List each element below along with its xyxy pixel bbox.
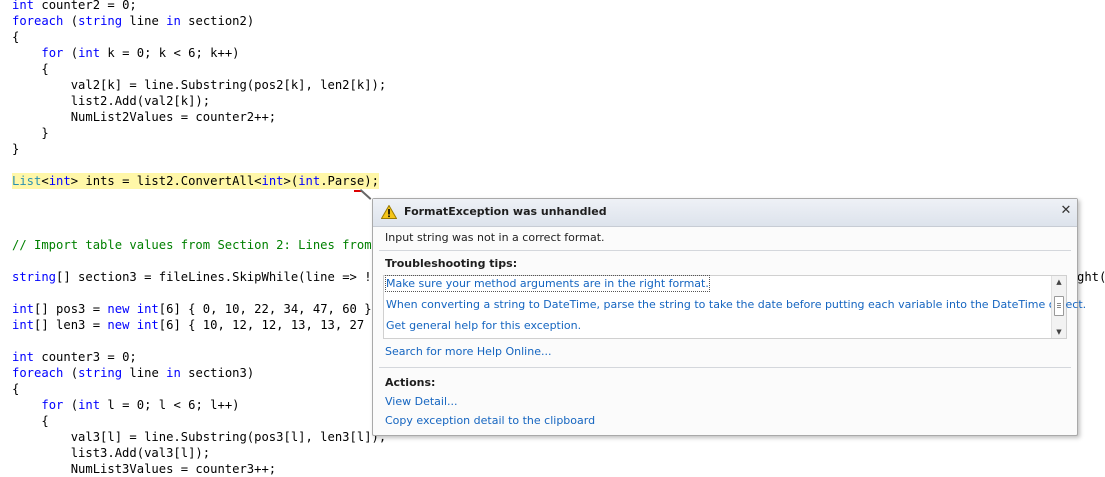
exception-pointer-line [359, 189, 372, 200]
close-icon[interactable]: ✕ [1059, 204, 1073, 218]
view-detail-link[interactable]: View Detail... [385, 395, 458, 408]
code-line: for (int l = 0; l < 6; l++) [41, 398, 240, 412]
code-line: foreach (string line in section3) [12, 366, 255, 380]
scroll-down-icon[interactable]: ▼ [1052, 326, 1066, 338]
exception-header: FormatException was unhandled ✕ [373, 199, 1077, 227]
exception-title: FormatException was unhandled [404, 205, 607, 218]
divider [379, 367, 1071, 368]
code-line: list3.Add(val3[l]); [12, 446, 211, 460]
copy-exception-detail-link[interactable]: Copy exception detail to the clipboard [385, 414, 595, 427]
code-comment-line: // Import table values from Section 2: L… [12, 238, 394, 252]
tip-link-general-help[interactable]: Get general help for this exception. [386, 318, 581, 333]
tips-scrollbar[interactable]: ▲ ▼ [1051, 276, 1066, 338]
code-line: int counter2 = 0; [12, 0, 137, 12]
warning-icon [381, 205, 397, 219]
exception-message: Input string was not in a correct format… [385, 231, 605, 244]
troubleshooting-tips-list[interactable]: Make sure your method arguments are in t… [383, 275, 1086, 339]
divider [379, 250, 1071, 251]
tip-link-method-arguments[interactable]: Make sure your method arguments are in t… [385, 275, 710, 292]
code-line: list2.Add(val2[k]); [12, 94, 211, 108]
code-line: NumList3Values = counter3++; [12, 462, 277, 476]
code-line: for (int k = 0; k < 6; k++) [41, 46, 240, 60]
scroll-up-icon[interactable]: ▲ [1052, 276, 1066, 288]
code-line: val2[k] = line.Substring(pos2[k], len2[k… [12, 78, 387, 92]
code-line: int[] pos3 = new int[6] { 0, 10, 22, 34,… [12, 302, 379, 316]
exception-assistant-popup: FormatException was unhandled ✕ Input st… [372, 198, 1086, 436]
code-line: val3[l] = line.Substring(pos3[l], len3[l… [12, 430, 387, 444]
code-line: string[] section3 = fileLines.SkipWhile(… [12, 270, 394, 284]
code-line: int[] len3 = new int[6] { 10, 12, 12, 13… [12, 318, 387, 332]
troubleshooting-tips-label: Troubleshooting tips: [385, 257, 518, 270]
actions-label: Actions: [385, 376, 436, 389]
code-line: { [12, 382, 20, 396]
tip-link-datetime-parse[interactable]: When converting a string to DateTime, pa… [386, 297, 1086, 312]
code-line: { [12, 30, 20, 44]
code-line: } [12, 142, 20, 156]
current-statement-line: List<int> ints = list2.ConvertAll<int>(i… [12, 173, 379, 189]
code-line: { [12, 414, 49, 428]
code-line-tail: ght( [1077, 270, 1105, 284]
search-help-online-link[interactable]: Search for more Help Online... [385, 345, 551, 358]
code-line: { [12, 62, 49, 76]
code-line: NumList2Values = counter2++; [12, 110, 277, 124]
code-line: } [12, 126, 49, 140]
code-line: foreach (string line in section2) [12, 14, 255, 28]
scrollbar-thumb[interactable] [1054, 296, 1064, 316]
code-line: int counter3 = 0; [12, 350, 137, 364]
